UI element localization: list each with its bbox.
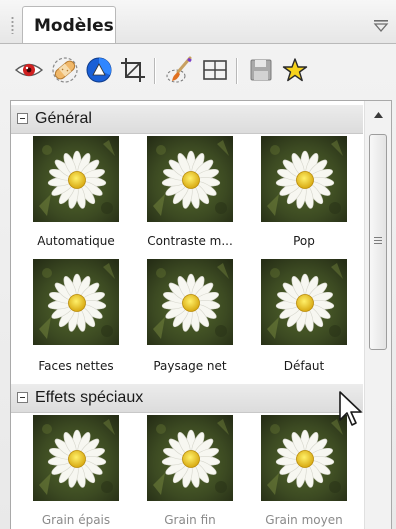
save-icon[interactable] (244, 50, 278, 90)
scroll-thumb[interactable] (369, 134, 387, 350)
toolbar-separator (236, 58, 237, 84)
model-label: Faces nettes (38, 359, 114, 373)
model-thumbnail[interactable] (147, 415, 233, 501)
header-divider (0, 43, 396, 44)
toolbar-separator (154, 58, 155, 84)
grid-icon[interactable] (198, 50, 232, 90)
bandage-icon[interactable] (48, 50, 82, 90)
model-label: Grain épais (41, 513, 111, 527)
model-label: Pop (293, 234, 315, 248)
model-thumbnail[interactable] (261, 415, 347, 501)
model-label: Grain moyen (265, 513, 343, 527)
grip-icon (374, 237, 382, 244)
crop-icon[interactable] (116, 50, 150, 90)
panel-header: Modèles (0, 0, 396, 44)
collapse-icon[interactable] (17, 392, 28, 403)
mouse-cursor-icon (338, 390, 364, 430)
tab-label: Modèles (34, 16, 114, 36)
group-label: Général (35, 110, 92, 127)
model-label: Automatique (37, 234, 115, 248)
star-icon[interactable] (278, 50, 312, 90)
vertical-scrollbar[interactable] (364, 101, 391, 529)
model-thumbnail[interactable] (33, 136, 119, 222)
brush-icon[interactable] (162, 50, 196, 90)
model-thumbnail[interactable] (33, 259, 119, 345)
model-label: Grain fin (164, 513, 216, 527)
model-label: Paysage net (153, 359, 227, 373)
model-thumbnail[interactable] (147, 259, 233, 345)
collapse-icon[interactable] (17, 113, 28, 124)
model-thumbnail[interactable] (261, 259, 347, 345)
eye-icon[interactable] (12, 50, 46, 90)
group-label: Effets spéciaux (35, 389, 144, 406)
color-wheel-icon[interactable] (82, 50, 116, 90)
drag-grip-icon[interactable] (11, 16, 14, 34)
panel-menu-icon[interactable] (372, 18, 390, 34)
model-thumbnail[interactable] (147, 136, 233, 222)
group-header-general[interactable]: Général (11, 105, 363, 134)
models-panel: Modèles Général Automatique Contraste m.… (0, 0, 396, 529)
models-list: Général Automatique Contraste m... Pop F… (10, 100, 392, 529)
tab-modeles[interactable]: Modèles (22, 6, 116, 44)
model-label: Défaut (283, 359, 325, 373)
group-header-effets-speciaux[interactable]: Effets spéciaux (11, 384, 363, 413)
model-thumbnail[interactable] (33, 415, 119, 501)
model-label: Contraste m... (147, 234, 233, 248)
model-thumbnail[interactable] (261, 136, 347, 222)
scroll-up-button[interactable] (365, 101, 391, 129)
toolbar (12, 50, 388, 94)
